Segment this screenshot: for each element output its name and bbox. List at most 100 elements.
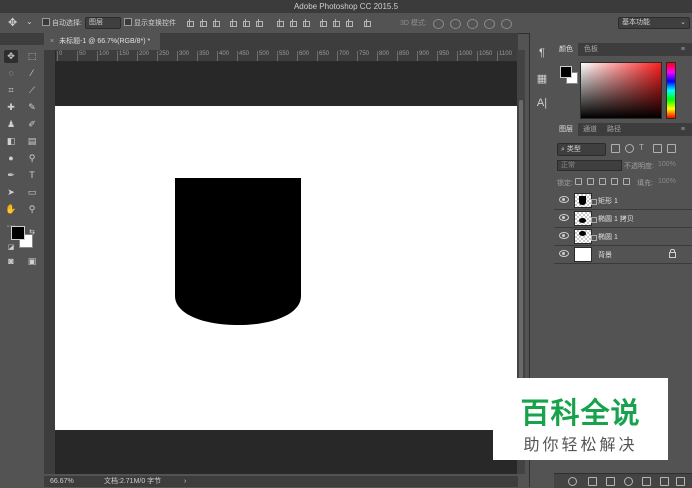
opacity-value[interactable]: 100% <box>658 161 676 168</box>
eraser-tool-icon[interactable]: ◧ <box>4 135 18 148</box>
tab-swatches[interactable]: 色板 <box>579 43 603 56</box>
cylinder-shape[interactable] <box>175 178 301 325</box>
align-bottom-icon[interactable] <box>212 19 220 27</box>
hand-tool-icon[interactable]: ✋ <box>4 203 18 216</box>
status-menu-arrow[interactable]: › <box>184 476 186 487</box>
workspace-dropdown[interactable]: 基本功能 ⌄ <box>618 17 690 29</box>
foreground-color-swatch[interactable] <box>560 66 572 78</box>
auto-select-checkbox[interactable]: 自动选择: <box>42 18 82 28</box>
filter-shape-icon[interactable] <box>653 144 662 153</box>
pen-tool-icon[interactable]: ✒ <box>4 169 18 182</box>
align-hcenter-icon[interactable] <box>242 19 250 27</box>
lasso-tool-icon[interactable]: ◌ <box>4 67 18 80</box>
pan-3d-icon[interactable] <box>467 19 478 29</box>
distribute-right-icon[interactable] <box>345 19 353 27</box>
lock-transparent-icon[interactable] <box>575 178 582 185</box>
quick-select-tool-icon[interactable]: ⁄ <box>25 67 39 80</box>
align-vcenter-icon[interactable] <box>199 19 207 27</box>
filter-type-icon[interactable]: T <box>639 144 646 152</box>
foreground-color-swatch[interactable] <box>11 226 25 240</box>
filter-smart-object-icon[interactable] <box>667 144 676 153</box>
link-layers-icon[interactable] <box>568 477 577 486</box>
roll-3d-icon[interactable] <box>450 19 461 29</box>
layer-filter-dropdown[interactable]: ⌕ 类型 <box>557 143 606 156</box>
lock-artboard-icon[interactable] <box>611 178 618 185</box>
blur-tool-icon[interactable]: ● <box>4 152 18 165</box>
zoom-tool-icon[interactable]: ⚲ <box>25 203 39 216</box>
eye-icon[interactable] <box>559 232 569 239</box>
layer-style-icon[interactable] <box>588 477 597 486</box>
layer-row[interactable]: 矩形 1 <box>554 191 692 210</box>
brush-tool-icon[interactable]: ✎ <box>25 101 39 114</box>
healing-brush-tool-icon[interactable]: ✚ <box>4 101 18 114</box>
blend-mode-dropdown[interactable]: 正常 <box>557 160 622 171</box>
paragraph-icon[interactable]: ¶ <box>534 45 550 61</box>
layer-name[interactable]: 背景 <box>598 250 612 260</box>
dodge-tool-icon[interactable]: ⚲ <box>25 152 39 165</box>
new-group-icon[interactable] <box>642 477 651 486</box>
scale-3d-icon[interactable] <box>501 19 512 29</box>
distribute-vcenter-icon[interactable] <box>289 19 297 27</box>
checkbox-box[interactable] <box>124 18 132 26</box>
layer-row[interactable]: 椭圆 1 <box>554 227 692 246</box>
tab-layers[interactable]: 图层 <box>554 123 578 136</box>
document-canvas[interactable] <box>55 106 517 430</box>
lock-all-icon[interactable] <box>623 178 630 185</box>
eye-icon[interactable] <box>559 250 569 257</box>
align-right-icon[interactable] <box>255 19 263 27</box>
filter-pixel-icon[interactable] <box>611 144 620 153</box>
layer-name[interactable]: 椭圆 1 <box>598 232 618 242</box>
distribute-left-icon[interactable] <box>319 19 327 27</box>
show-transform-checkbox[interactable]: 显示变换控件 <box>124 18 176 28</box>
tab-color[interactable]: 颜色 <box>554 43 578 56</box>
tool-preset-chevron-icon[interactable]: ⌄ <box>26 17 33 26</box>
color-picker-field[interactable] <box>580 62 662 119</box>
type-tool-icon[interactable]: T <box>25 169 39 182</box>
path-select-tool-icon[interactable]: ➤ <box>4 186 18 199</box>
clone-stamp-tool-icon[interactable]: ♟ <box>4 118 18 131</box>
new-layer-icon[interactable] <box>660 477 669 486</box>
distribute-bottom-icon[interactable] <box>302 19 310 27</box>
screen-mode-icon[interactable]: ▣ <box>25 255 39 268</box>
align-left-icon[interactable] <box>229 19 237 27</box>
lock-pixels-icon[interactable] <box>587 178 594 185</box>
rectangle-tool-icon[interactable]: ▭ <box>25 186 39 199</box>
layer-name[interactable]: 椭圆 1 拷贝 <box>598 214 634 224</box>
panel-menu-icon[interactable]: ≡ <box>676 43 690 56</box>
eyedropper-tool-icon[interactable]: ⟋ <box>25 84 39 97</box>
default-colors-icon[interactable]: ◪ <box>4 241 18 254</box>
add-mask-icon[interactable] <box>606 477 615 486</box>
crop-tool-icon[interactable]: ⌗ <box>4 84 18 97</box>
distribute-top-icon[interactable] <box>276 19 284 27</box>
tab-paths[interactable]: 路径 <box>602 123 626 136</box>
align-top-icon[interactable] <box>186 19 194 27</box>
layer-row[interactable]: 椭圆 1 拷贝 <box>554 209 692 228</box>
rotate-3d-icon[interactable] <box>433 19 444 29</box>
panel-menu-icon[interactable]: ≡ <box>676 123 690 136</box>
filter-adjustment-icon[interactable] <box>625 144 634 153</box>
fill-value[interactable]: 100% <box>658 178 676 185</box>
auto-align-icon[interactable] <box>363 19 371 27</box>
move-tool-icon[interactable]: ✥ <box>8 16 17 29</box>
lock-position-icon[interactable] <box>599 178 606 185</box>
gradient-tool-icon[interactable]: ▤ <box>25 135 39 148</box>
layer-row[interactable]: 背景 <box>554 245 692 264</box>
character-icon[interactable]: A| <box>534 95 550 111</box>
tab-channels[interactable]: 通道 <box>578 123 602 136</box>
close-tab-icon[interactable]: × <box>50 38 54 45</box>
slide-3d-icon[interactable] <box>484 19 495 29</box>
eye-icon[interactable] <box>559 214 569 221</box>
adjustment-layer-icon[interactable] <box>624 477 633 486</box>
distribute-hcenter-icon[interactable] <box>332 19 340 27</box>
history-brush-tool-icon[interactable]: ✐ <box>25 118 39 131</box>
marquee-tool-icon[interactable]: ⬚ <box>25 50 39 63</box>
hue-slider[interactable] <box>666 62 676 119</box>
move-tool-icon[interactable]: ✥ <box>4 50 18 63</box>
horizontal-ruler[interactable]: 0 50 100 150 200 250 300 350 400 450 500 550 600 650 7… <box>55 50 517 62</box>
glyphs-icon[interactable]: ▦ <box>534 71 550 87</box>
auto-select-dropdown[interactable]: 图层 <box>85 17 121 29</box>
trash-icon[interactable] <box>676 477 685 486</box>
eye-icon[interactable] <box>559 196 569 203</box>
quick-mask-icon[interactable]: ◙ <box>4 255 18 268</box>
layer-name[interactable]: 矩形 1 <box>598 196 618 206</box>
